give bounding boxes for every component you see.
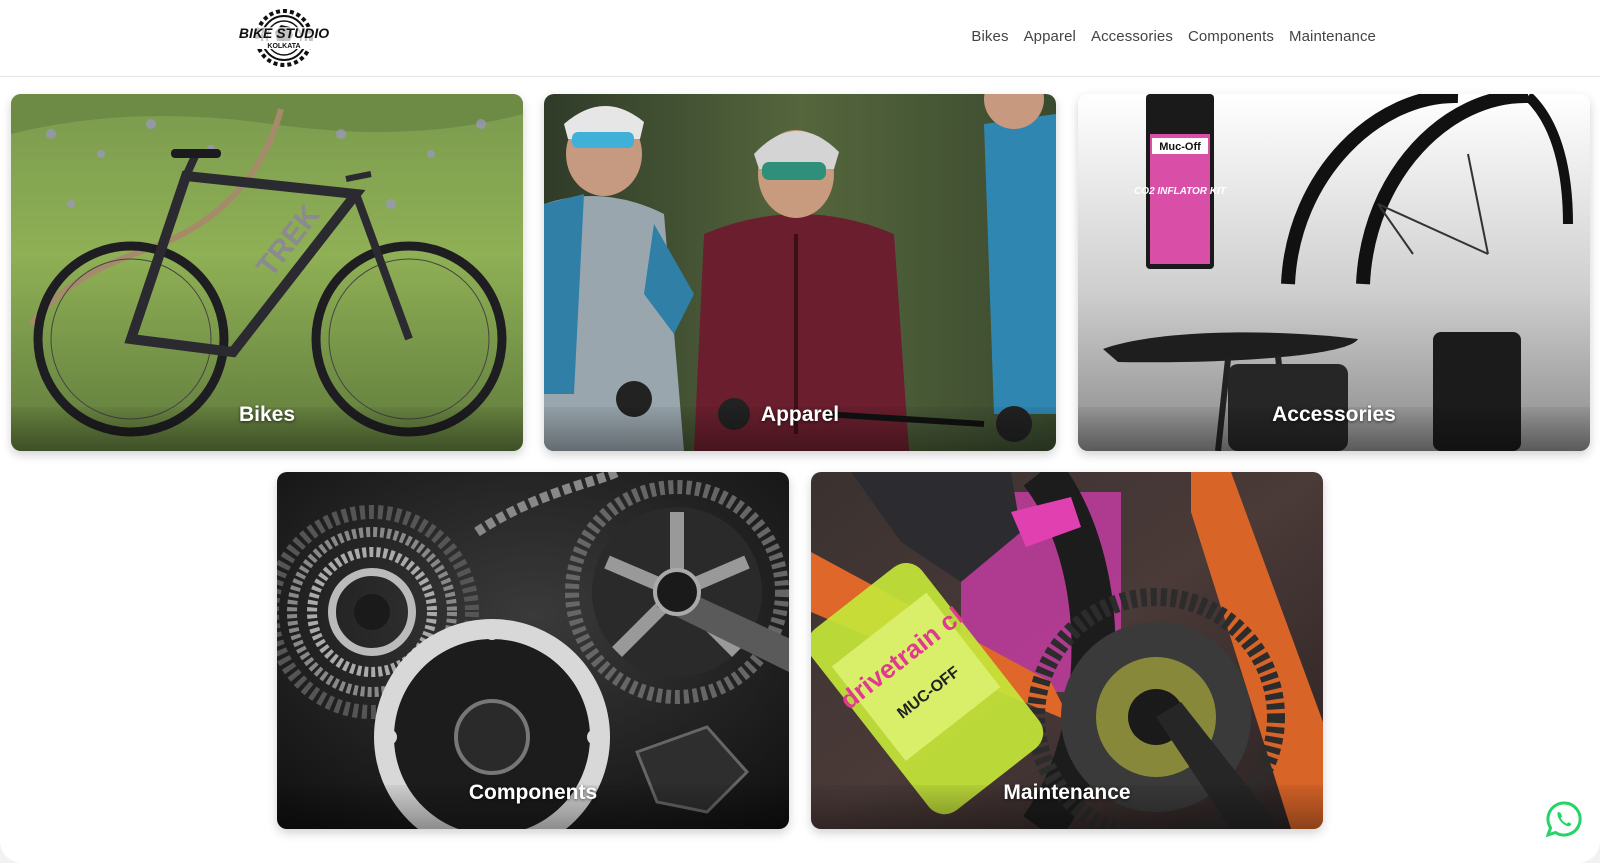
nav-link-maintenance[interactable]: Maintenance <box>1289 28 1376 45</box>
nav-link-accessories[interactable]: Accessories <box>1091 28 1173 45</box>
category-label-apparel: Apparel <box>760 403 840 426</box>
mountain-bike-image: TREK <box>11 94 523 451</box>
accessories-image: Muc-Off CO2 INFLATOR KIT <box>1078 94 1590 451</box>
page: BIKE STUDIO KOLKATA Bikes Apparel Access… <box>0 0 1600 863</box>
category-card-maintenance[interactable]: drivetrain cl MUC-OFF Maintenance <box>811 472 1323 829</box>
category-card-accessories[interactable]: Muc-Off CO2 INFLATOR KIT Accessories <box>1078 94 1590 451</box>
components-image <box>277 472 789 829</box>
whatsapp-button[interactable] <box>1545 800 1583 838</box>
logo-graphic: BIKE STUDIO KOLKATA <box>224 9 344 67</box>
category-label-components: Components <box>468 781 598 804</box>
product-brand-text: Muc-Off <box>1159 141 1201 153</box>
category-card-components[interactable]: Components <box>277 472 789 829</box>
nav-link-apparel[interactable]: Apparel <box>1024 28 1076 45</box>
product-name-text: CO2 INFLATOR KIT <box>1134 186 1227 197</box>
nav-link-components[interactable]: Components <box>1188 28 1274 45</box>
logo-subtext: KOLKATA <box>267 43 300 50</box>
site-header: BIKE STUDIO KOLKATA Bikes Apparel Access… <box>0 0 1600 77</box>
site-logo[interactable]: BIKE STUDIO KOLKATA <box>224 8 344 68</box>
category-label-maintenance: Maintenance <box>1003 781 1131 804</box>
cyclists-apparel-image <box>544 94 1056 451</box>
category-card-bikes[interactable]: TREK Bikes <box>11 94 523 451</box>
category-label-accessories: Accessories <box>1272 403 1396 426</box>
nav-link-bikes[interactable]: Bikes <box>971 28 1008 45</box>
main-nav: Bikes Apparel Accessories Components Mai… <box>971 28 1376 45</box>
logo-text: BIKE STUDIO <box>239 25 329 41</box>
whatsapp-icon <box>1545 801 1582 838</box>
category-label-bikes: Bikes <box>238 403 296 426</box>
category-card-apparel[interactable]: Apparel <box>544 94 1056 451</box>
maintenance-image: drivetrain cl MUC-OFF <box>811 472 1323 829</box>
